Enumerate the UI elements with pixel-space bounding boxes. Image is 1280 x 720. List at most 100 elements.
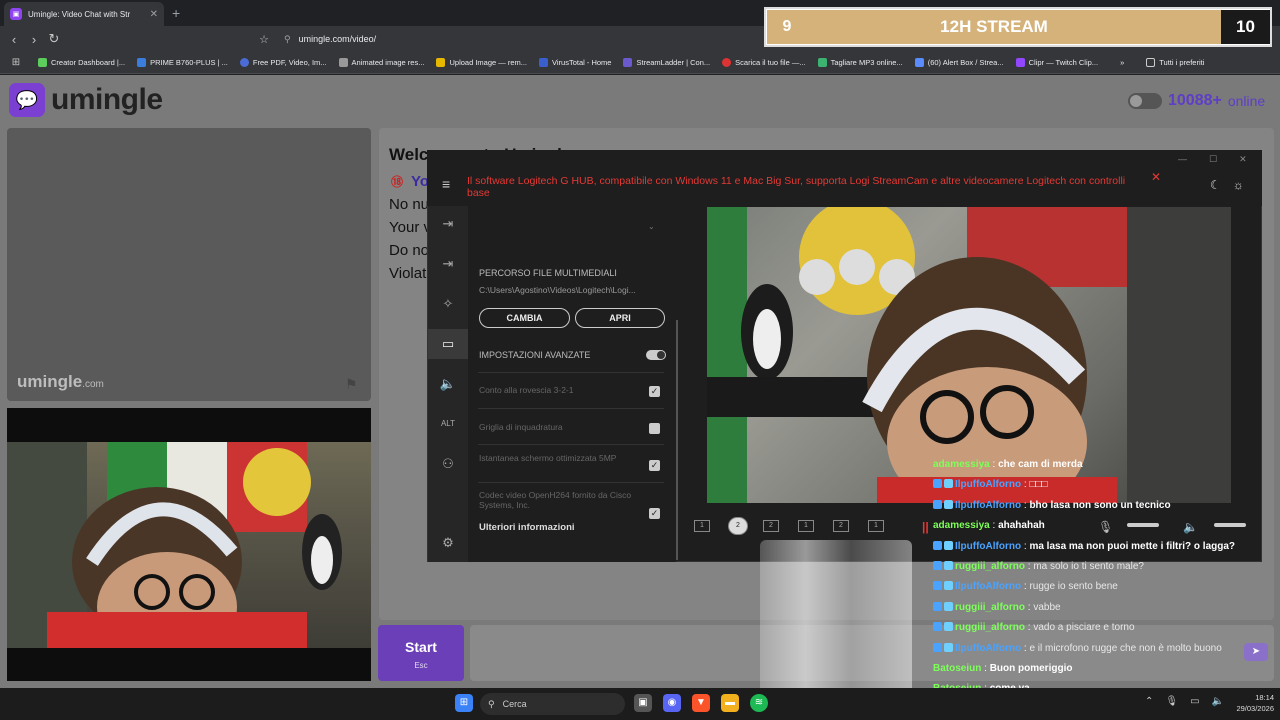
mp3-cutter-icon [817,58,827,67]
bookmark-item[interactable]: Upload Image — rem... [436,58,527,67]
umingle-logo[interactable]: 💬 umingle [9,83,163,117]
snapshot-checkbox[interactable]: ✓ [649,460,660,471]
site-info-icon[interactable]: ⚲ [284,34,291,45]
speaker-icon[interactable]: 🔈 [1183,520,1198,534]
codec-checkbox[interactable]: ✓ [649,508,660,519]
start-menu-icon[interactable]: ⊞ [455,694,473,712]
new-tab-button[interactable]: + [172,5,180,21]
all-bookmarks-folder[interactable]: Tutti i preferiti [1146,58,1204,67]
account-icon[interactable]: ⚇ [428,449,468,479]
layout-option-2-selected[interactable]: 2 [728,517,748,535]
close-window-icon[interactable]: ✕ [1239,154,1247,165]
mic-level-slider[interactable] [1127,523,1159,527]
umingle-watermark: umingle.com [17,372,104,391]
chat-message: IlpuffoAlforno : bho lasa non sono un te… [933,499,1171,511]
source-2-icon[interactable]: ⇥ [428,249,468,279]
chat-username: IlpuffoAlforno [955,581,1022,593]
volume-slider[interactable] [1214,523,1246,527]
chat-username: Batoseiun [933,663,982,674]
bookmark-item[interactable]: StreamLadder | Con... [623,58,710,67]
more-bookmarks-icon[interactable]: » [1120,58,1124,67]
chat-text: ahahahah [998,520,1045,532]
bookmark-item[interactable]: Free PDF, Video, Im... [239,58,327,67]
change-folder-button[interactable]: CAMBIA [479,308,570,328]
send-icon[interactable]: ➤ [1244,643,1268,661]
back-icon[interactable]: ‹ [4,32,24,47]
bookmark-item[interactable]: PRIME B760-PLUS | ... [137,58,228,67]
gift-badge-icon [944,499,953,509]
audio-icon[interactable]: 🔈 [428,369,468,399]
subscriber-badge-icon [933,581,942,591]
settings-icon[interactable]: ⚙ [428,528,468,558]
source-1-icon[interactable]: ⇥ [428,209,468,239]
hamburger-menu-icon[interactable]: ≡ [442,176,450,192]
chat-username: IlpuffoAlforno [955,540,1022,552]
rule-line: No nu [389,196,430,213]
bookmark-star-icon[interactable]: ☆ [254,33,274,46]
bookmark-item[interactable]: Clipr — Twitch Clip... [1015,58,1098,67]
chat-message: IlpuffoAlforno : rugge io sento bene [933,581,1118,592]
browser-tab[interactable]: ▣ Umingle: Video Chat with Str ✕ [4,2,164,26]
file-explorer-icon[interactable]: ▬ [721,694,739,712]
countdown-checkbox[interactable]: ✓ [649,386,660,397]
gift-badge-icon [944,622,953,632]
layout-option-5[interactable]: 2 [833,520,849,532]
chat-message: IlpuffoAlforno : ma lasa ma non puoi met… [933,540,1235,552]
dropdown-chevron-icon[interactable]: ⌄ [648,222,655,231]
layout-option-6[interactable]: 1 [868,520,884,532]
chat-username: IlpuffoAlforno [955,642,1022,654]
network-icon[interactable]: ▭ [1190,696,1199,707]
bookmark-item[interactable]: Creator Dashboard |... [38,58,125,67]
url-field[interactable]: ⚲ umingle.com/video/ [284,30,764,48]
grid-checkbox[interactable] [649,423,660,434]
layout-option-3[interactable]: 2 [763,520,779,532]
task-view-icon[interactable]: ▣ [634,694,652,712]
age-18-icon: ⑱ [391,175,404,189]
taskbar-search[interactable]: ⚲ Cerca [480,693,625,715]
bookmark-item[interactable]: VirusTotal - Home [539,58,611,67]
tray-chevron-icon[interactable]: ⌃ [1145,696,1153,707]
sun-icon[interactable]: ☼ [1233,178,1244,192]
settings-scrollbar[interactable] [676,320,678,560]
mic-tray-icon[interactable]: 🎙 [1165,696,1178,707]
apps-grid-icon[interactable]: ⊞ [6,57,26,68]
spotify-icon[interactable]: ≋ [750,694,768,712]
more-info-link[interactable]: Ulteriori informazioni [479,522,575,533]
pause-icon[interactable]: || [922,520,929,534]
report-flag-icon[interactable]: ⚑ [345,376,358,393]
chat-username: adamessiya [933,520,990,532]
brave-icon[interactable]: ▼ [692,694,710,712]
moon-icon[interactable]: ☾ [1210,178,1221,192]
effects-wand-icon[interactable]: ✧ [428,289,468,319]
chat-separator: : [989,459,999,470]
bookmark-item[interactable]: (60) Alert Box / Strea... [914,58,1004,67]
camera-settings-icon[interactable]: ▭ [428,329,468,359]
taskbar-clock[interactable]: 18:14 29/03/2026 [1218,692,1274,714]
layout-option-4[interactable]: 1 [798,520,814,532]
chat-username: IlpuffoAlforno [955,479,1022,491]
start-button[interactable]: Start Esc [378,625,464,681]
advanced-settings-toggle[interactable] [646,350,666,360]
bookmark-item[interactable]: Tagliare MP3 online... [817,58,903,67]
alt-icon[interactable]: ALT [428,409,468,439]
chat-message: adamessiya : ahahahah [933,520,1045,531]
theme-toggle[interactable] [1128,93,1162,109]
microphone-icon[interactable]: 🎙 [1098,520,1113,534]
subscriber-badge-icon [933,561,942,570]
reload-icon[interactable]: ↻ [44,31,64,47]
bookmark-item[interactable]: Scarica il tuo file —... [722,58,806,67]
upload-icon [436,58,446,67]
bookmark-item[interactable]: Animated image res... [338,58,424,67]
chat-message: ruggiii_alforno : vado a pisciare e torn… [933,622,1135,633]
chat-username: ruggiii_alforno [955,601,1025,613]
forward-icon[interactable]: › [24,32,44,47]
open-folder-button[interactable]: APRI [575,308,665,328]
discord-icon[interactable]: ◉ [663,694,681,712]
layout-option-1[interactable]: 1 [694,520,710,532]
maximize-icon[interactable]: ☐ [1209,154,1217,165]
dismiss-notice-icon[interactable]: ✕ [1151,170,1161,184]
minimize-icon[interactable]: — [1178,154,1187,165]
subscriber-badge-icon [933,479,942,489]
close-tab-icon[interactable]: ✕ [150,9,158,20]
subscriber-badge-icon [933,642,942,652]
